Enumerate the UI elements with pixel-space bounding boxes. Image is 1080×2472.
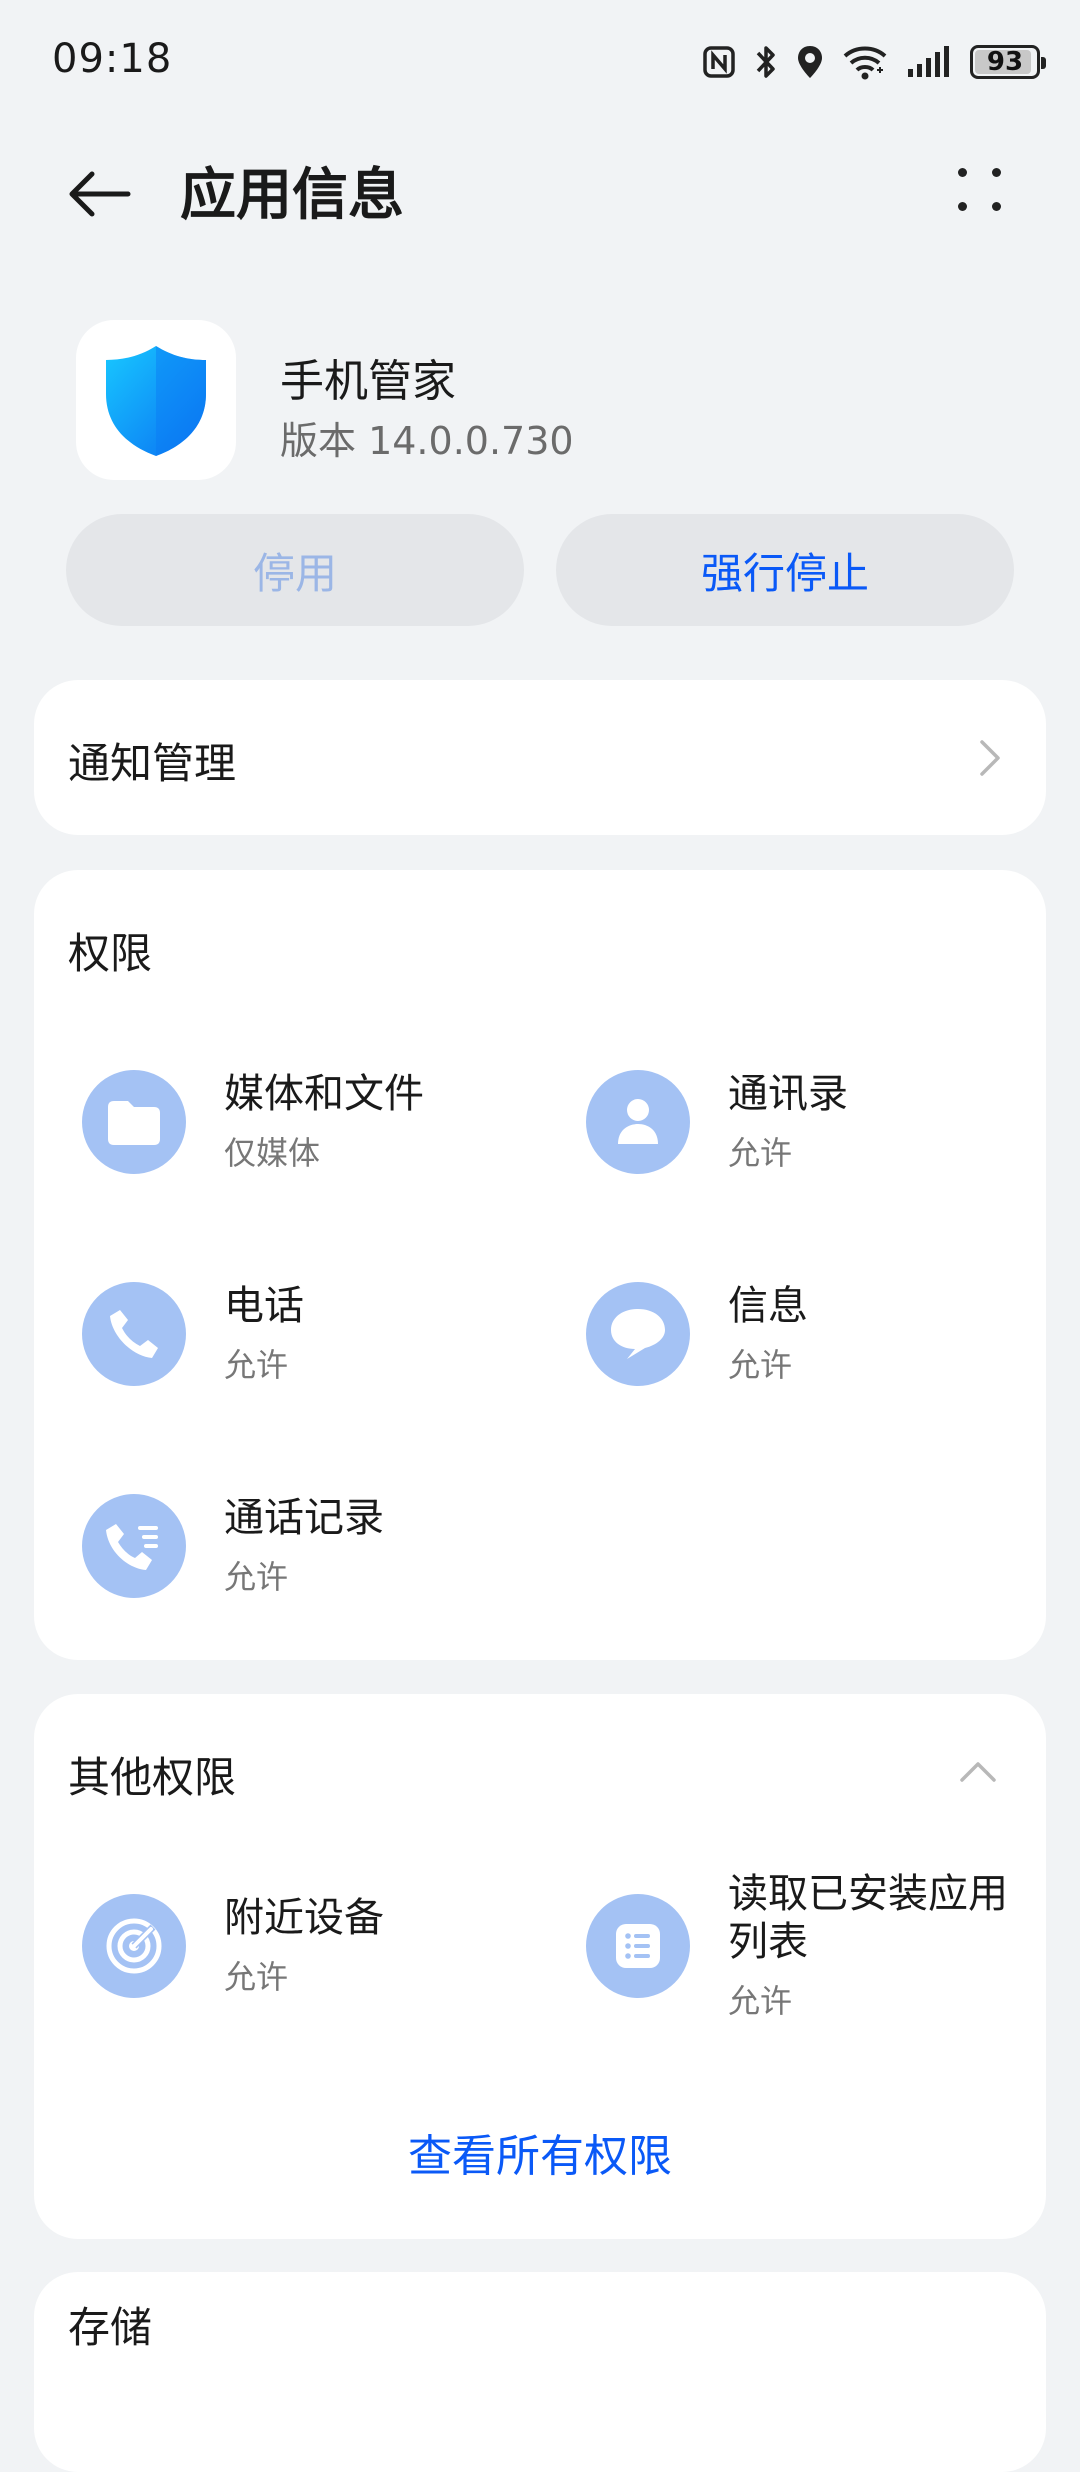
permission-name: 通讯录	[728, 1071, 848, 1117]
view-all-permissions-link[interactable]: 查看所有权限	[34, 2120, 1046, 2184]
chevron-up-icon[interactable]	[956, 1750, 1000, 1794]
permission-contacts[interactable]: 通讯录 允许	[586, 1070, 1056, 1190]
more-options-button[interactable]	[950, 160, 1010, 220]
permission-installed-apps-list[interactable]: 读取已安装应用列表 允许	[586, 1870, 1056, 2040]
permission-status: 允许	[224, 1346, 289, 1384]
permission-status: 允许	[728, 1982, 793, 2020]
battery-icon: 93	[970, 45, 1046, 79]
app-version: 版本 14.0.0.730	[280, 419, 574, 463]
shield-icon	[106, 346, 206, 456]
contacts-icon	[586, 1070, 690, 1174]
bluetooth-icon	[756, 46, 775, 78]
nearby-devices-icon	[82, 1894, 186, 1998]
permissions-card: 权限 媒体和文件 仅媒体 通讯录 允许 电话 允许 信息 允许 通话记录 允许	[34, 870, 1046, 1660]
permission-phone[interactable]: 电话 允许	[82, 1282, 552, 1402]
permissions-title: 权限	[68, 929, 153, 978]
storage-title: 存储	[68, 2303, 153, 2352]
permission-name: 读取已安装应用列表	[728, 1871, 1008, 1965]
folder-icon	[82, 1070, 186, 1174]
status-time: 09:18	[52, 36, 173, 82]
permission-status: 仅媒体	[224, 1134, 321, 1172]
status-icons: 93	[702, 38, 1046, 86]
notification-management-item[interactable]: 通知管理	[34, 680, 1046, 835]
permission-name: 电话	[224, 1283, 304, 1329]
permission-name: 媒体和文件	[224, 1071, 424, 1117]
permission-media-files[interactable]: 媒体和文件 仅媒体	[82, 1070, 552, 1190]
location-icon	[798, 46, 822, 78]
storage-card[interactable]: 存储	[34, 2272, 1046, 2472]
battery-level: 93	[986, 47, 1024, 77]
back-button[interactable]	[62, 154, 142, 234]
permission-nearby-devices[interactable]: 附近设备 允许	[82, 1894, 552, 2014]
back-arrow-icon	[69, 171, 131, 217]
call-log-icon	[82, 1494, 186, 1598]
permission-name: 信息	[728, 1283, 808, 1329]
chevron-right-icon	[980, 739, 1000, 776]
disable-button[interactable]: 停用	[66, 514, 524, 626]
permission-status: 允许	[224, 1558, 289, 1596]
permission-messages[interactable]: 信息 允许	[586, 1282, 1056, 1402]
message-icon	[586, 1282, 690, 1386]
permission-name: 附近设备	[224, 1895, 384, 1941]
notification-management-label: 通知管理	[68, 739, 237, 788]
permission-status: 允许	[728, 1346, 793, 1384]
other-permissions-title: 其他权限	[68, 1753, 237, 1802]
app-name: 手机管家	[280, 356, 456, 407]
permission-status: 允许	[728, 1134, 793, 1172]
permission-name: 通话记录	[224, 1495, 384, 1541]
signal-icon	[908, 46, 949, 77]
app-list-icon	[586, 1894, 690, 1998]
phone-icon	[82, 1282, 186, 1386]
app-icon	[76, 320, 236, 480]
wifi-icon	[843, 46, 887, 80]
page-title: 应用信息	[180, 163, 404, 228]
force-stop-button[interactable]: 强行停止	[556, 514, 1014, 626]
permission-status: 允许	[224, 1958, 289, 1996]
permission-call-log[interactable]: 通话记录 允许	[82, 1494, 552, 1614]
nfc-icon	[703, 46, 735, 78]
